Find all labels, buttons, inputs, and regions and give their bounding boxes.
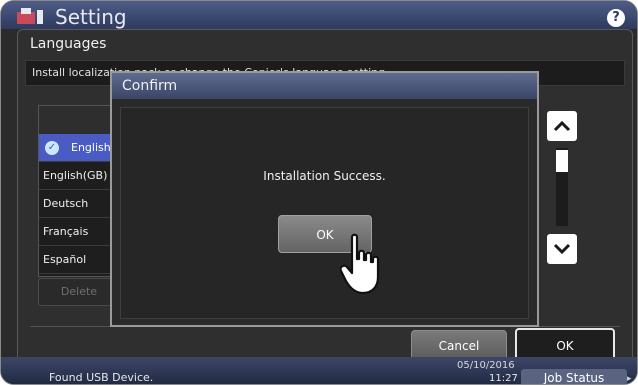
list-header — [39, 106, 119, 135]
arrow-right-icon: ▸ — [627, 374, 632, 384]
language-list: ✓ English English(GB) Deutsch Français E… — [38, 105, 120, 277]
dialog-body — [120, 107, 529, 319]
hand-pointer-icon — [340, 233, 380, 295]
list-item-label: English — [71, 141, 111, 154]
list-item-label: English(GB) — [43, 169, 108, 182]
list-item-english-gb[interactable]: English(GB) — [39, 162, 119, 190]
list-item-francais[interactable]: Français — [39, 218, 119, 246]
help-button[interactable]: ? — [607, 9, 625, 27]
dialog-title: Confirm — [122, 78, 178, 94]
chevron-up-icon — [553, 120, 571, 132]
status-date: 05/10/2016 — [457, 360, 515, 371]
job-status-button[interactable]: Job Status — [521, 369, 627, 384]
device-screen: Setting ? Languages Install localization… — [0, 0, 638, 385]
status-time: 11:27 — [489, 373, 518, 384]
chevron-down-icon — [553, 243, 571, 255]
list-item-espanol[interactable]: Español — [39, 246, 119, 274]
status-bar: Found USB Device. 05/10/2016 11:27 Job S… — [1, 357, 637, 384]
panel-title: Languages — [30, 36, 107, 52]
list-item-label: Deutsch — [43, 197, 89, 210]
top-bar: Setting ? — [1, 1, 637, 29]
list-item-english[interactable]: ✓ English — [39, 134, 119, 162]
list-item-deutsch[interactable]: Deutsch — [39, 190, 119, 218]
check-icon: ✓ — [45, 141, 59, 155]
list-item-label: Español — [43, 253, 87, 266]
scroll-down-button[interactable] — [547, 234, 577, 264]
dialog-title-bar: Confirm — [112, 73, 537, 99]
scroll-up-button[interactable] — [547, 111, 577, 141]
confirm-dialog: Confirm Installation Success. OK — [110, 71, 539, 327]
status-message: Found USB Device. — [49, 371, 154, 384]
setting-logo-icon — [17, 8, 43, 24]
scroll-thumb[interactable] — [556, 150, 568, 172]
screen-title: Setting — [55, 5, 127, 29]
list-item-label: Français — [43, 225, 89, 238]
delete-button[interactable]: Delete — [38, 278, 120, 306]
dialog-message: Installation Success. — [263, 169, 386, 183]
